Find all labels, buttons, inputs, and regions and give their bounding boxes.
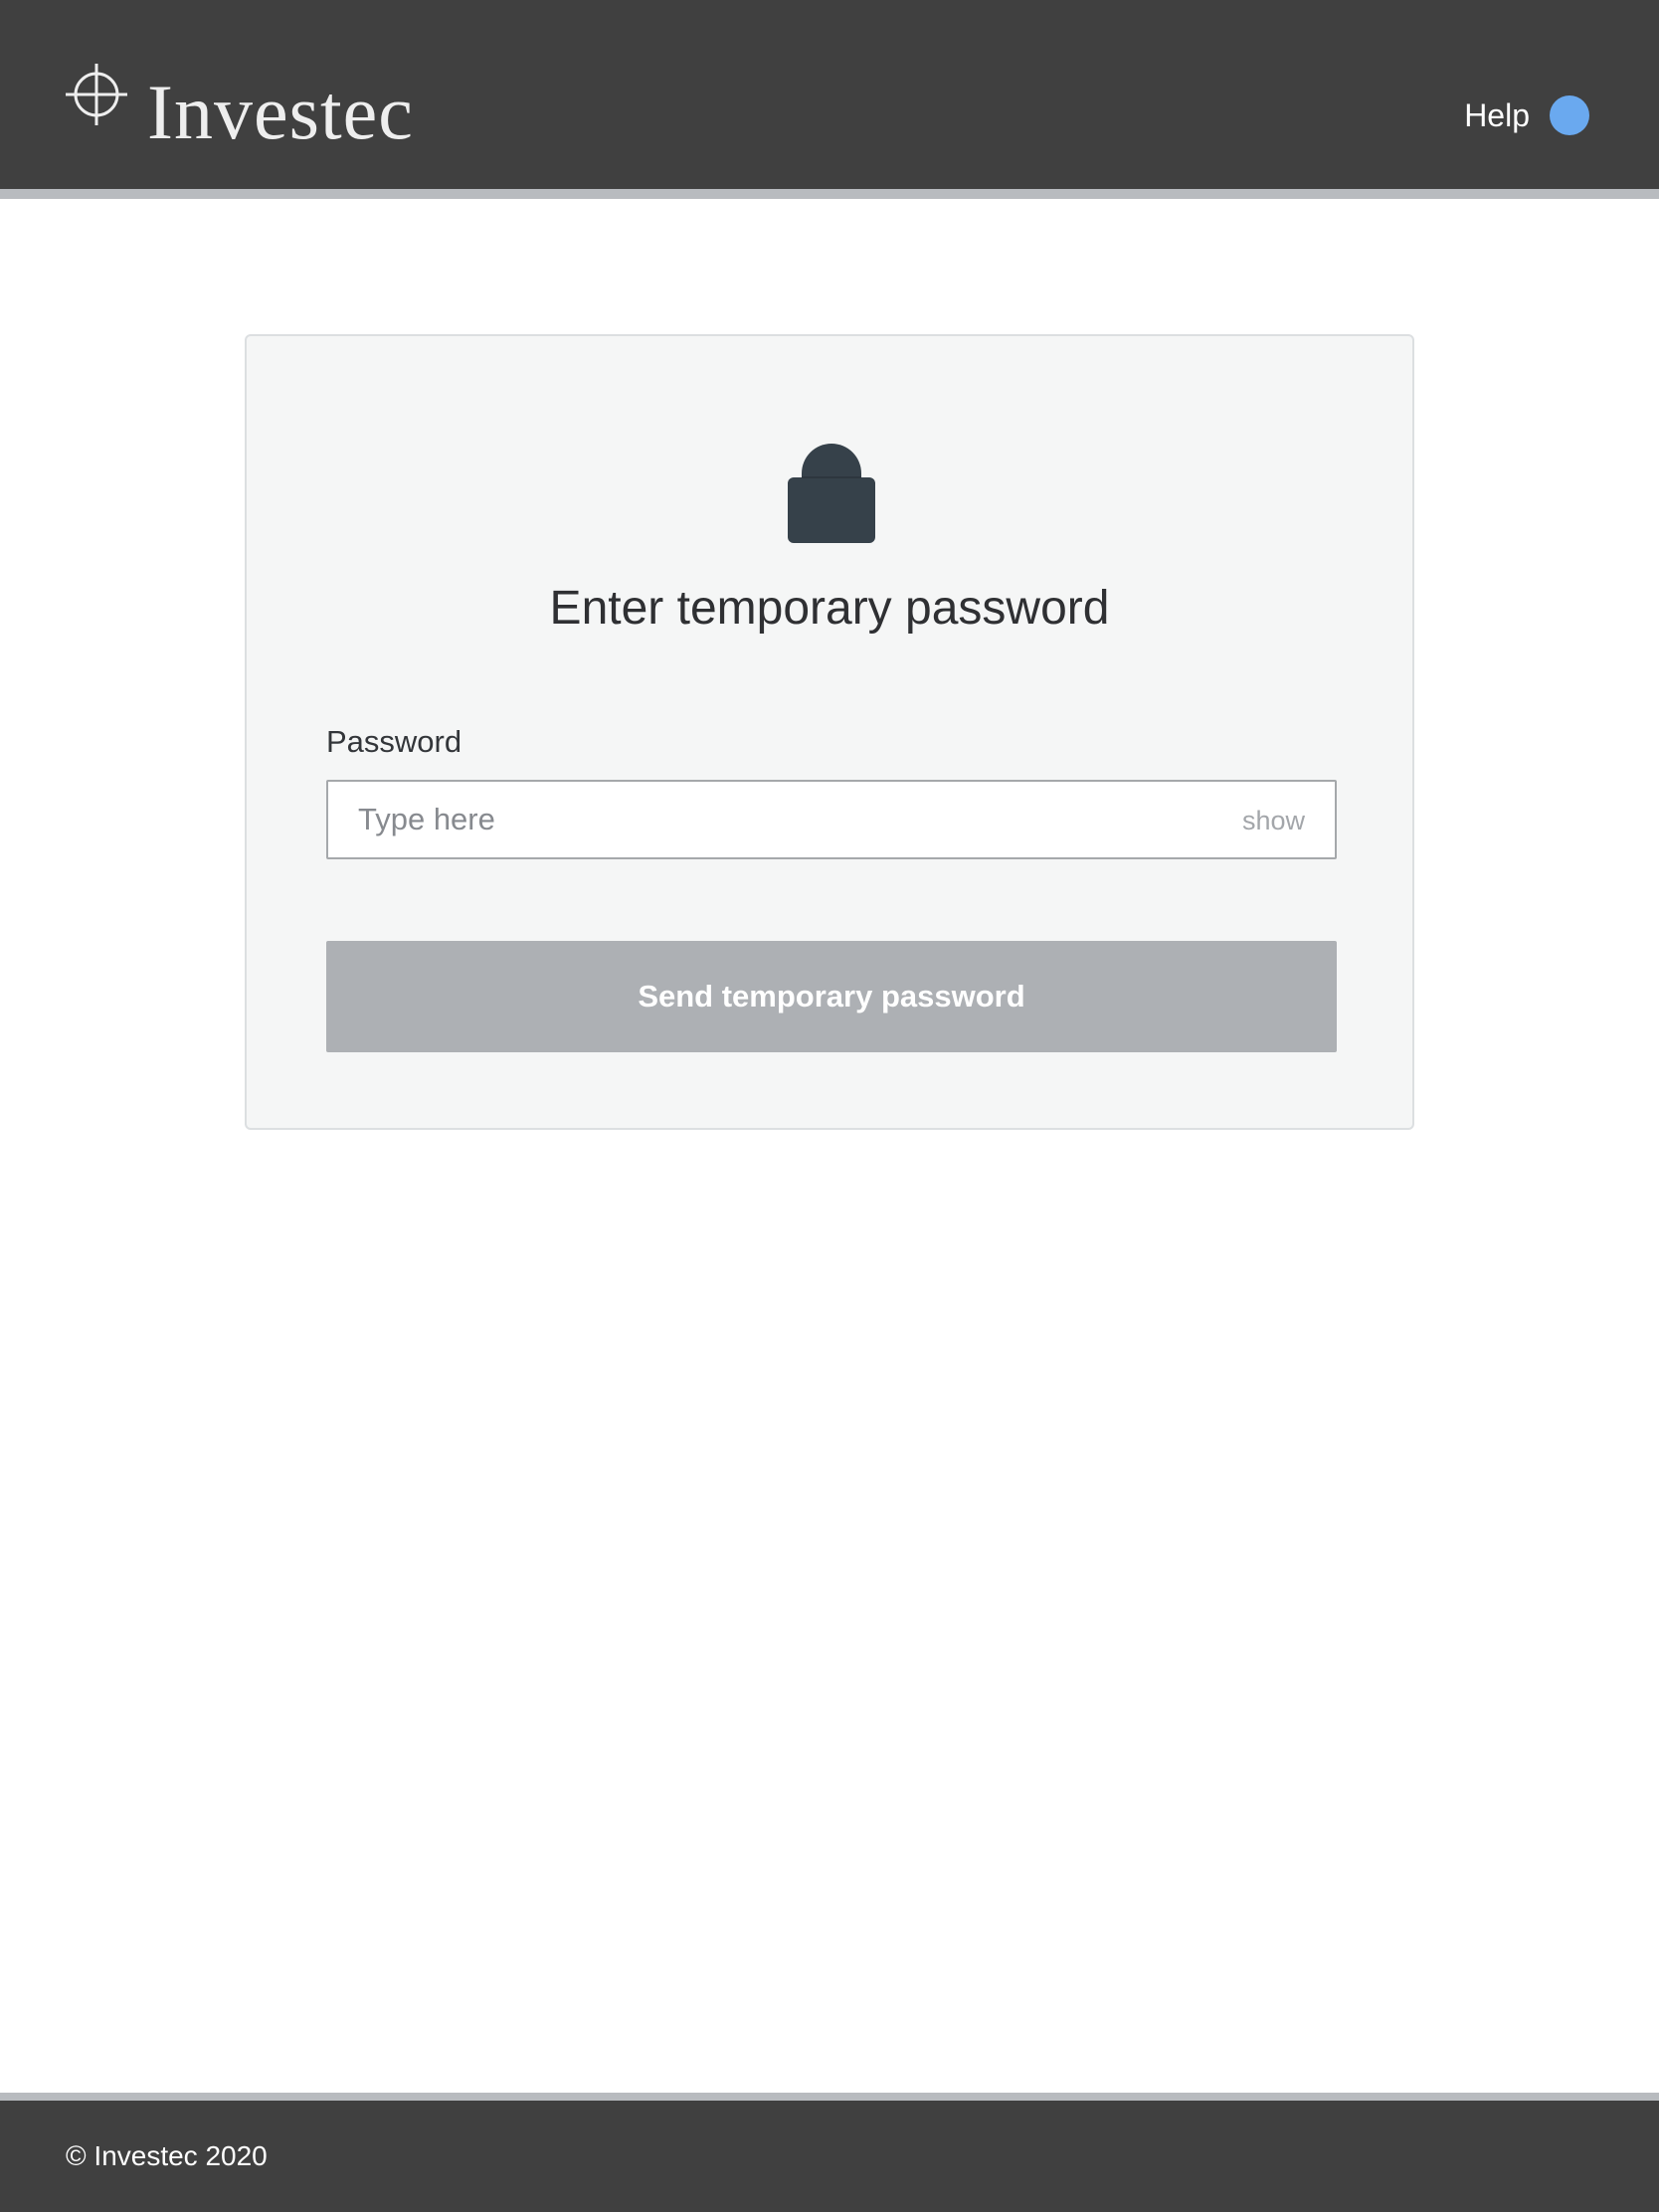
footer-divider [0, 2093, 1659, 2101]
page: Investec Help Enter temporary password P… [0, 0, 1659, 2212]
help-indicator-icon [1550, 95, 1589, 135]
top-header: Investec Help [0, 0, 1659, 189]
password-field-wrapper: show [326, 780, 1337, 859]
password-input[interactable] [328, 782, 1203, 857]
password-label: Password [326, 724, 462, 759]
logo-wordmark: Investec [147, 69, 414, 155]
temporary-password-card: Enter temporary password Password show S… [245, 334, 1414, 1130]
help-link[interactable]: Help [1464, 95, 1589, 135]
page-footer: © Investec 2020 [0, 2101, 1659, 2212]
send-temporary-password-button[interactable]: Send temporary password [326, 941, 1337, 1052]
lock-icon [788, 444, 875, 543]
help-label: Help [1464, 96, 1530, 133]
crosshair-logo-icon [66, 64, 127, 125]
copyright-text: © Investec 2020 [66, 2140, 268, 2171]
page-title: Enter temporary password [549, 582, 1110, 635]
investec-logo[interactable]: Investec [66, 62, 414, 151]
header-divider [0, 189, 1659, 199]
show-password-toggle[interactable]: show [1242, 806, 1305, 836]
